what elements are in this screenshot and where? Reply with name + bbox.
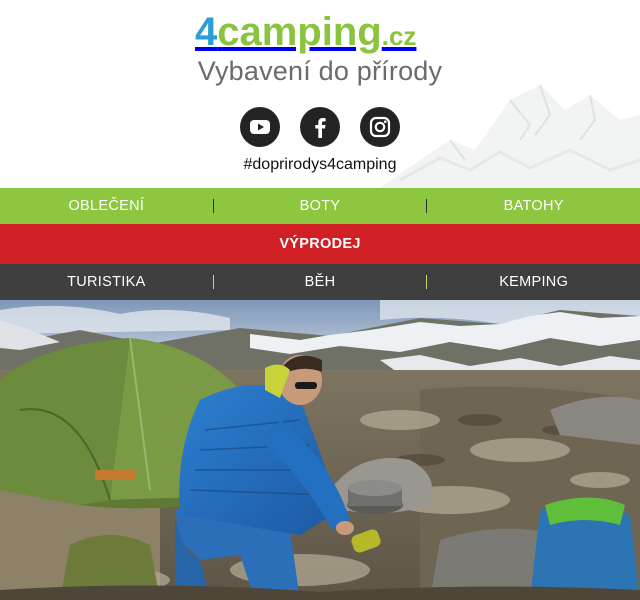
sale-nav: VÝPRODEJ: [0, 224, 640, 264]
brand-tagline: Vybavení do přírody: [197, 56, 443, 86]
nav-item-boty[interactable]: BOTY: [214, 198, 427, 214]
facebook-link[interactable]: [300, 107, 340, 147]
hero-camping-image: [0, 300, 640, 600]
logo-part-domain: .cz: [381, 21, 417, 51]
nav-item-batohy[interactable]: BATOHY: [427, 198, 640, 214]
brand-logo[interactable]: 4camping.cz: [195, 6, 445, 58]
instagram-icon: [369, 116, 391, 138]
campaign-hashtag: #doprirodys4camping: [243, 156, 397, 173]
nav-item-turistika[interactable]: TURISTIKA: [0, 274, 213, 290]
nav-item-vyprodej[interactable]: VÝPRODEJ: [279, 236, 360, 252]
logo-part-number: 4: [195, 10, 218, 54]
secondary-category-nav: TURISTIKA BĚH KEMPING: [0, 264, 640, 300]
email-header: 4camping.cz Vybavení do přírody #dopriro…: [0, 0, 640, 188]
youtube-link[interactable]: [240, 107, 280, 147]
logo-part-word: camping: [217, 10, 382, 54]
primary-category-nav: OBLEČENÍ BOTY BATOHY: [0, 188, 640, 224]
nav-item-beh[interactable]: BĚH: [214, 274, 427, 290]
youtube-icon: [250, 120, 270, 134]
facebook-icon: [315, 118, 326, 138]
instagram-link[interactable]: [360, 107, 400, 147]
nav-item-obleceni[interactable]: OBLEČENÍ: [0, 198, 213, 214]
nav-item-kemping[interactable]: KEMPING: [427, 274, 640, 290]
